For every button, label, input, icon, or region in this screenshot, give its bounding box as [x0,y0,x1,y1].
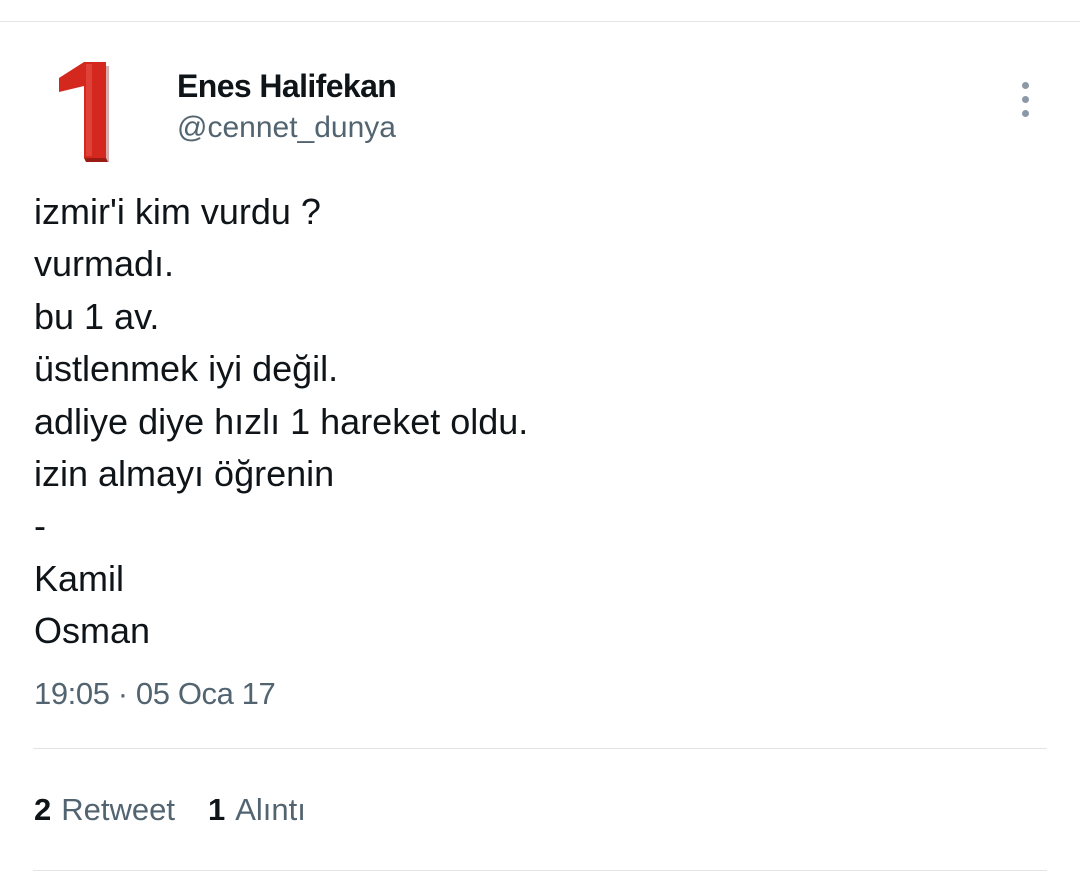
display-name[interactable]: Enes Halifekan [177,68,397,105]
tweet-line: - [34,505,46,547]
engagement-stats: 2 Retweet 1 Alıntı [34,792,306,828]
tweet-text: izmir'i kim vurdu ? vurmadı. bu 1 av. üs… [34,186,1044,658]
tweet-detail: Enes Halifekan @cennet_dunya izmir'i kim… [0,0,1080,884]
quote-count: 1 [207,792,226,827]
more-options-button[interactable] [1008,78,1042,120]
avatar[interactable] [56,58,116,166]
retweet-label: Retweet [61,792,175,827]
divider [33,748,1047,749]
tweet-line: Osman [34,610,151,652]
tweet-line: Kamil [34,557,125,599]
user-handle[interactable]: @cennet_dunya [177,111,396,145]
quotes-stat[interactable]: 1 Alıntı [208,792,306,828]
divider [33,870,1047,871]
more-vertical-icon [1021,81,1029,89]
more-vertical-icon [1021,109,1029,117]
retweet-count: 2 [34,792,52,827]
tweet-line: bu 1 av. [34,295,160,337]
tweet-line: adliye diye hızlı 1 hareket oldu. [34,400,529,442]
red-number-one-icon [59,62,109,162]
top-divider [0,21,1080,22]
tweet-line: izin almayı öğrenin [34,452,335,494]
quote-label: Alıntı [235,792,306,827]
tweet-line: üstlenmek iyi değil. [34,348,339,390]
more-vertical-icon [1021,95,1029,103]
tweet-timestamp[interactable]: 19:05 · 05 Oca 17 [34,676,276,712]
tweet-line: vurmadı. [34,243,175,285]
tweet-line: izmir'i kim vurdu ? [34,191,321,232]
retweets-stat[interactable]: 2 Retweet [34,792,175,828]
